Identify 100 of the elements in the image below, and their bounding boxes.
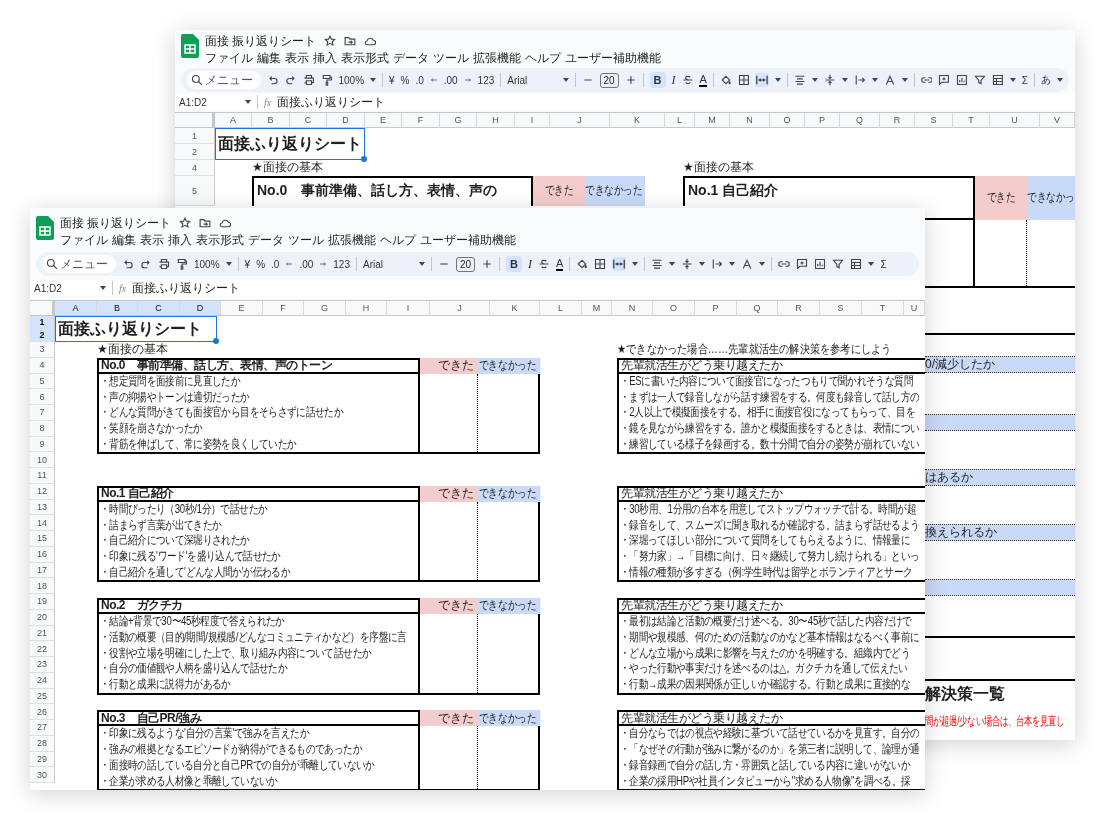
column-header[interactable]: A — [215, 113, 252, 128]
bold-button[interactable]: B — [506, 256, 523, 272]
text-rotation-icon[interactable] — [883, 73, 896, 87]
caret-icon[interactable] — [841, 78, 848, 82]
fill-color-icon[interactable] — [576, 257, 589, 271]
number-format-button[interactable]: 123 — [333, 258, 350, 270]
column-header[interactable]: S — [915, 113, 953, 128]
caret-icon[interactable] — [669, 262, 676, 266]
column-header[interactable]: N — [612, 301, 653, 316]
row-number[interactable]: 20 — [30, 609, 55, 626]
row-number[interactable]: 29 — [30, 751, 55, 768]
column-header[interactable]: U — [990, 113, 1040, 128]
document-title[interactable]: 面接 振り返りシート — [205, 32, 317, 50]
caret-icon[interactable] — [632, 262, 639, 266]
formula-bar-text[interactable]: 面接ふり返りシート — [132, 279, 241, 297]
row-number[interactable]: 23 — [30, 657, 55, 673]
column-header[interactable]: B — [252, 113, 290, 128]
horizontal-align-icon[interactable] — [651, 257, 664, 271]
caret-icon[interactable] — [759, 262, 766, 266]
row-number[interactable]: 21 — [30, 625, 55, 642]
menu-item[interactable]: ユーザー補助機能 — [565, 49, 661, 67]
functions-button[interactable]: Σ — [880, 258, 887, 270]
font-select[interactable]: Arial — [507, 74, 557, 86]
menu-item[interactable]: ヘルプ — [525, 49, 561, 67]
column-header[interactable]: I — [515, 113, 550, 128]
comment-icon[interactable] — [938, 73, 951, 87]
caret-icon[interactable] — [868, 262, 875, 266]
text-color-button[interactable]: A — [556, 257, 564, 271]
column-header[interactable]: P — [695, 301, 737, 316]
row-number[interactable]: 16 — [30, 546, 55, 563]
paint-format-icon[interactable] — [320, 73, 333, 87]
redo-icon[interactable] — [284, 73, 297, 87]
menu-item[interactable]: ツール — [433, 49, 469, 67]
merge-cells-icon[interactable] — [755, 73, 770, 87]
search-bar[interactable]: メニュー — [187, 71, 261, 89]
currency-format-button[interactable]: ¥ — [244, 258, 251, 270]
search-icon[interactable] — [46, 257, 58, 271]
menu-item[interactable]: 表示 — [285, 49, 309, 67]
row-number[interactable]: 12 — [30, 483, 55, 500]
text-wrap-icon[interactable] — [853, 73, 866, 87]
search-bar[interactable]: メニュー — [42, 255, 116, 273]
font-select[interactable]: Arial — [363, 258, 413, 270]
borders-icon[interactable] — [594, 257, 607, 271]
row-number[interactable]: 19 — [30, 594, 55, 610]
column-header[interactable]: T — [953, 113, 990, 128]
menu-item[interactable]: 表示 — [140, 231, 164, 249]
row-number[interactable]: 14 — [30, 515, 55, 531]
undo-icon[interactable] — [122, 257, 134, 271]
italic-button[interactable]: I — [671, 72, 676, 88]
row-number[interactable]: 7 — [30, 405, 55, 421]
borders-icon[interactable] — [737, 73, 750, 87]
caret-icon[interactable] — [562, 78, 569, 82]
column-header[interactable]: N — [730, 113, 770, 128]
column-header[interactable]: A — [55, 301, 97, 316]
column-header[interactable]: H — [477, 113, 515, 128]
number-format-button[interactable]: 123 — [477, 74, 495, 86]
row-number[interactable]: 1 — [30, 316, 55, 329]
menu-item[interactable]: データ — [393, 49, 429, 67]
text-wrap-icon[interactable] — [711, 257, 724, 271]
column-header[interactable]: V — [1040, 113, 1075, 128]
row-number[interactable]: 22 — [30, 641, 55, 657]
column-header[interactable]: J — [430, 301, 490, 316]
column-header[interactable]: E — [221, 301, 263, 316]
input-tools-button[interactable]: あ — [1041, 73, 1052, 87]
strikethrough-icon[interactable] — [681, 73, 694, 87]
column-header[interactable]: M — [582, 301, 612, 316]
percent-format-button[interactable]: % — [256, 258, 266, 270]
increase-decimal-button[interactable]: .00 — [443, 74, 458, 86]
functions-button[interactable]: Σ — [1021, 74, 1029, 86]
column-header[interactable]: K — [610, 113, 665, 128]
caret-icon[interactable] — [901, 78, 908, 82]
plus-icon[interactable] — [481, 257, 494, 271]
column-header[interactable]: M — [695, 113, 730, 128]
column-header[interactable]: F — [402, 113, 440, 128]
menu-item[interactable]: 編集 — [112, 231, 136, 249]
column-header[interactable]: S — [820, 301, 862, 316]
caret-icon[interactable] — [775, 78, 782, 82]
strikethrough-icon[interactable] — [538, 257, 551, 271]
menu-item[interactable]: データ — [248, 231, 284, 249]
column-header[interactable]: U — [904, 301, 925, 316]
name-box[interactable]: A1:D2 — [34, 282, 94, 294]
vertical-align-icon[interactable] — [824, 73, 836, 87]
menu-item[interactable]: 表示形式 — [196, 231, 244, 249]
caret-icon[interactable] — [699, 262, 706, 266]
increase-decimal-button[interactable]: .00 — [299, 258, 314, 270]
text-rotation-icon[interactable] — [741, 257, 754, 271]
column-header[interactable]: O — [653, 301, 695, 316]
document-title[interactable]: 面接 振り返りシート — [60, 214, 172, 232]
column-header[interactable]: B — [97, 301, 138, 316]
caret-icon[interactable] — [1009, 78, 1016, 82]
row-number[interactable]: 28 — [30, 735, 55, 752]
row-number[interactable]: 2 — [175, 144, 215, 160]
selection-handle[interactable] — [361, 156, 367, 162]
caret-icon[interactable] — [245, 100, 251, 104]
plus-icon[interactable] — [624, 73, 637, 87]
caret-icon[interactable] — [1057, 78, 1063, 82]
bold-button[interactable]: B — [649, 72, 666, 88]
row-number[interactable]: 26 — [30, 704, 55, 720]
italic-button[interactable]: I — [528, 256, 533, 272]
row-number[interactable]: 8 — [30, 420, 55, 437]
